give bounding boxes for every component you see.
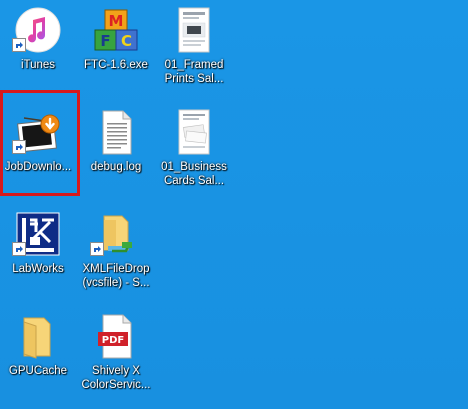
icon-label: 01_Business Cards Sal... [161, 161, 227, 187]
desktop-icon-gpucache[interactable]: GPUCache [0, 306, 76, 404]
desktop-icon-job-downloader[interactable]: JobDownlo... [0, 102, 76, 200]
icon-label: FTC-1.6.exe [84, 59, 148, 71]
desktop-icon-shively-pdf[interactable]: PDF Shively X ColorServic... [78, 306, 154, 404]
folder-icon [14, 312, 62, 360]
document-thumbnail-icon [170, 6, 218, 54]
desktop-icon-ftc[interactable]: M F C FTC-1.6.exe [78, 0, 154, 98]
desktop-icon-business-cards[interactable]: 01_Business Cards Sal... [156, 102, 232, 200]
icon-label: JobDownlo... [4, 161, 72, 173]
svg-text:M: M [109, 12, 124, 30]
text-file-icon [92, 108, 140, 156]
shortcut-arrow-icon [90, 242, 104, 256]
icon-label: GPUCache [8, 365, 68, 377]
shortcut-arrow-icon [12, 38, 26, 52]
ftc-app-icon: M F C [92, 6, 140, 54]
desktop: iTunes M F C FTC-1.6.exe 01_Framed Print… [0, 0, 468, 409]
document-thumbnail-icon [170, 108, 218, 156]
svg-text:F: F [100, 32, 110, 50]
icon-label: Shively X ColorServic... [81, 365, 151, 391]
svg-text:PDF: PDF [102, 335, 124, 346]
icon-label: XMLFileDrop (vcsfile) - S... [82, 263, 150, 289]
pdf-icon: PDF [92, 312, 140, 360]
desktop-icon-debug-log[interactable]: debug.log [78, 102, 154, 200]
svg-text:C: C [121, 32, 132, 50]
icon-label: 01_Framed Prints Sal... [164, 59, 224, 85]
icon-label: debug.log [90, 161, 142, 173]
desktop-icon-labworks[interactable]: LabWorks [0, 204, 76, 302]
shortcut-arrow-icon [12, 140, 26, 154]
desktop-icon-xmlfiledrop[interactable]: XMLFileDrop (vcsfile) - S... [78, 204, 154, 302]
icon-label: LabWorks [12, 263, 64, 275]
shortcut-arrow-icon [12, 242, 26, 256]
icon-label: iTunes [20, 59, 56, 71]
desktop-icon-itunes[interactable]: iTunes [0, 0, 76, 98]
desktop-icon-framed-prints[interactable]: 01_Framed Prints Sal... [156, 0, 232, 98]
